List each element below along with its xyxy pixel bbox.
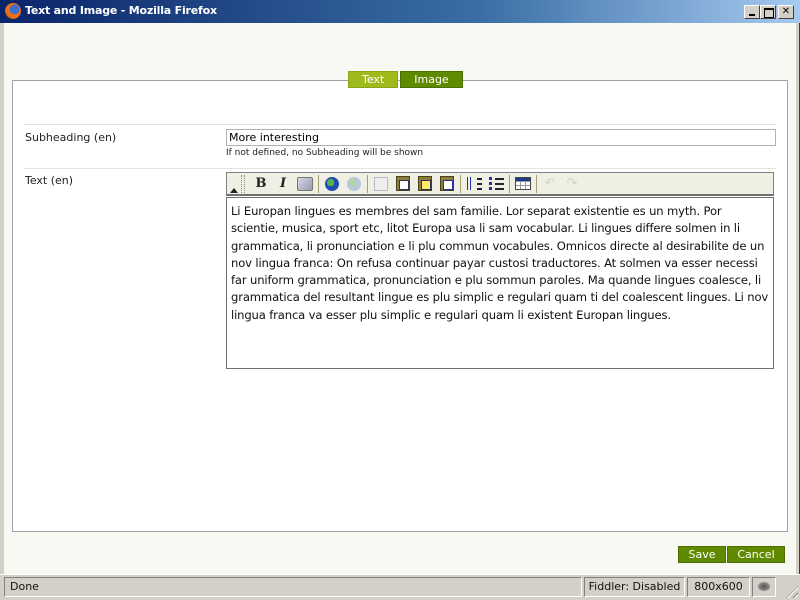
firebug-status[interactable]	[752, 577, 776, 597]
italic-button[interactable]: I	[272, 174, 294, 194]
maximize-button[interactable]	[760, 5, 776, 19]
redo-button[interactable]: ↷	[561, 174, 583, 194]
redo-icon: ↷	[566, 176, 578, 191]
undo-icon: ↶	[544, 176, 556, 191]
window-title: Text and Image - Mozilla Firefox	[25, 4, 217, 17]
unordered-list-icon	[488, 177, 504, 190]
copy-button[interactable]	[370, 174, 392, 194]
toolbar-separator	[367, 174, 368, 193]
italic-icon: I	[279, 176, 287, 191]
tab-bar: Text Image	[348, 71, 463, 89]
clean-code-icon	[297, 176, 313, 191]
ordered-list-button[interactable]	[463, 174, 485, 194]
bold-button[interactable]: B	[250, 174, 272, 194]
cancel-button[interactable]: Cancel	[727, 546, 785, 563]
unlink-icon	[347, 176, 361, 191]
resolution-indicator[interactable]: 800x600	[687, 577, 750, 597]
save-button[interactable]: Save	[678, 546, 726, 563]
clean-code-button[interactable]	[294, 174, 316, 194]
collapse-toolbar-icon[interactable]	[229, 174, 239, 194]
status-text: Done	[4, 577, 582, 597]
paste-text-button[interactable]	[414, 174, 436, 194]
fiddler-status[interactable]: Fiddler: Disabled	[584, 577, 685, 597]
text-row: Text (en) B I ↶ ↷ Li Europan lingues es …	[24, 168, 776, 403]
subheading-label: Subheading (en)	[25, 131, 117, 144]
paste-word-icon	[440, 176, 454, 191]
paste-word-button[interactable]	[436, 174, 458, 194]
toolbar-grip[interactable]	[241, 174, 245, 193]
title-bar[interactable]: Text and Image - Mozilla Firefox ✕	[0, 0, 800, 23]
text-label: Text (en)	[25, 174, 74, 187]
copy-icon	[374, 176, 388, 191]
firefox-icon	[5, 3, 21, 19]
browser-window: Text and Image - Mozilla Firefox ✕ Text …	[0, 0, 800, 600]
text-editor[interactable]: Li Europan lingues es membres del sam fa…	[226, 197, 774, 369]
table-icon	[515, 177, 531, 190]
paste-icon	[396, 176, 410, 191]
page-content: Text Image Subheading (en) More interest…	[4, 23, 796, 574]
ordered-list-icon	[466, 177, 482, 190]
bold-icon: B	[255, 176, 267, 191]
toolbar-separator	[509, 174, 510, 193]
undo-button[interactable]: ↶	[539, 174, 561, 194]
link-icon	[325, 176, 339, 191]
resize-grip[interactable]	[786, 586, 798, 598]
bug-icon	[758, 582, 770, 591]
unordered-list-button[interactable]	[485, 174, 507, 194]
unlink-button[interactable]	[343, 174, 365, 194]
insert-table-button[interactable]	[512, 174, 534, 194]
toolbar-separator	[460, 174, 461, 193]
paste-button[interactable]	[392, 174, 414, 194]
tab-image[interactable]: Image	[400, 71, 463, 88]
tab-text[interactable]: Text	[348, 71, 399, 88]
status-bar: Done Fiddler: Disabled 800x600	[0, 574, 800, 600]
subheading-hint: If not defined, no Subheading will be sh…	[226, 148, 424, 158]
minimize-button[interactable]	[744, 5, 760, 19]
subheading-row: Subheading (en) More interesting If not …	[24, 124, 776, 168]
insert-link-button[interactable]	[321, 174, 343, 194]
paste-text-icon	[418, 176, 432, 191]
window-frame	[796, 23, 800, 574]
toolbar-separator	[318, 174, 319, 193]
toolbar-separator	[536, 174, 537, 193]
editor-toolbar: B I ↶ ↷	[226, 172, 774, 196]
subheading-input[interactable]: More interesting	[226, 129, 776, 146]
close-button[interactable]: ✕	[778, 5, 794, 19]
